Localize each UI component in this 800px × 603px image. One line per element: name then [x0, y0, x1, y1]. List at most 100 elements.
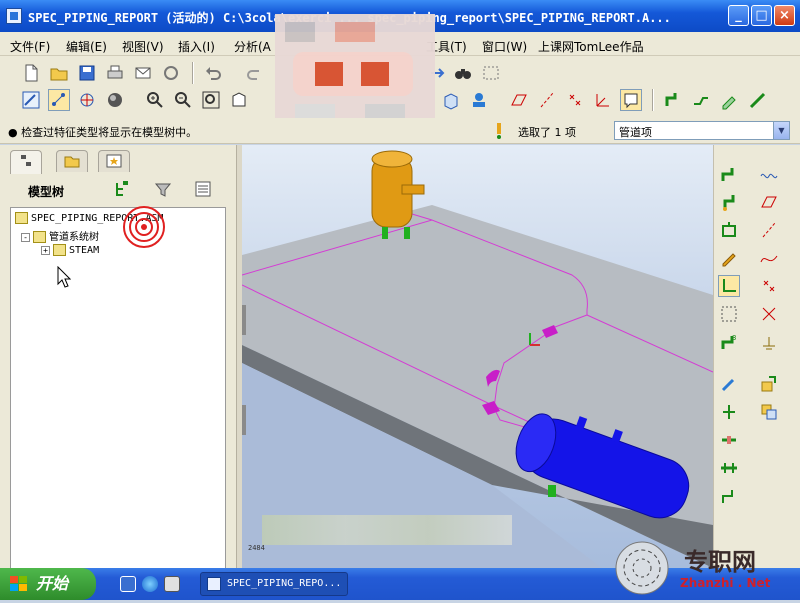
- toolbar-separator: [652, 89, 654, 111]
- insert-fitting-icon[interactable]: [758, 373, 780, 395]
- tab-model-tree[interactable]: [10, 150, 42, 174]
- edit-pipe-icon[interactable]: [718, 373, 740, 395]
- sketch-spline-icon[interactable]: [758, 163, 780, 185]
- print-icon[interactable]: [104, 62, 126, 84]
- orient-icon[interactable]: [228, 89, 250, 111]
- sash-handle[interactable]: [242, 405, 246, 435]
- browser-icon[interactable]: [142, 576, 158, 592]
- axis-icon[interactable]: [758, 219, 780, 241]
- dashed-box-icon[interactable]: [718, 303, 740, 325]
- point-icon[interactable]: [758, 275, 780, 297]
- close-button[interactable]: ×: [774, 5, 795, 26]
- svg-text:3: 3: [732, 334, 736, 342]
- route-pipe-icon[interactable]: [718, 163, 740, 185]
- tree-item-steam[interactable]: + STEAM: [41, 244, 99, 256]
- shading-icon[interactable]: [104, 89, 126, 111]
- pipeline-route-icon[interactable]: [662, 89, 684, 111]
- datum-display-icon[interactable]: [48, 89, 70, 111]
- tab-folder-browser[interactable]: [56, 150, 88, 172]
- viewport-corner-label: 2484: [248, 544, 265, 552]
- coord-system-icon[interactable]: [592, 89, 614, 111]
- start-button[interactable]: 开始: [0, 568, 96, 600]
- sash-handle[interactable]: [242, 305, 246, 335]
- fitting-icon[interactable]: [718, 219, 740, 241]
- menu-edit[interactable]: 编辑(E): [66, 38, 107, 55]
- menu-analysis[interactable]: 分析(A: [234, 38, 271, 55]
- collapse-icon[interactable]: -: [21, 232, 30, 242]
- elbow-icon[interactable]: [718, 485, 740, 507]
- datum-point-icon[interactable]: [564, 89, 586, 111]
- tree-item-label: 管道系统树: [49, 232, 99, 243]
- selection-filter-value: 管道项: [619, 126, 652, 139]
- mail-attach-icon[interactable]: [160, 62, 182, 84]
- save-icon[interactable]: [76, 62, 98, 84]
- ground-icon[interactable]: [758, 331, 780, 353]
- send-mail-icon[interactable]: [132, 62, 154, 84]
- plane-icon[interactable]: [758, 191, 780, 213]
- coordinate-icon[interactable]: [758, 303, 780, 325]
- new-icon[interactable]: [20, 62, 42, 84]
- annotation-icon[interactable]: [620, 89, 642, 111]
- open-icon[interactable]: [48, 62, 70, 84]
- group-icon[interactable]: [758, 401, 780, 423]
- app-icon: [6, 8, 22, 24]
- sketch-icon[interactable]: [20, 89, 42, 111]
- datum-plane-icon[interactable]: [508, 89, 530, 111]
- set-start-icon[interactable]: [718, 191, 740, 213]
- windows-logo-icon: [10, 576, 27, 591]
- zoom-in-icon[interactable]: [144, 89, 166, 111]
- menu-view[interactable]: 视图(V): [122, 38, 164, 55]
- tab-favorites[interactable]: [98, 150, 130, 172]
- route-extend-icon[interactable]: [690, 89, 712, 111]
- start-label: 开始: [36, 574, 69, 593]
- named-view-icon[interactable]: [468, 89, 490, 111]
- break-pipe-icon[interactable]: [718, 429, 740, 451]
- undo-icon[interactable]: [202, 62, 224, 84]
- watermark-title: 专职网: [684, 547, 756, 576]
- site-watermark: 专职网 Zhanzhi . Net: [614, 538, 800, 600]
- model-scene: 2484: [242, 150, 713, 568]
- menu-window[interactable]: 窗口(W): [482, 38, 527, 55]
- click-highlight-icon: [123, 206, 165, 248]
- tree-columns-icon[interactable]: [192, 178, 214, 200]
- selection-filter-dropdown[interactable]: 管道项 ▼: [614, 121, 790, 140]
- follow-route-icon[interactable]: [718, 275, 740, 297]
- curve-icon[interactable]: [758, 247, 780, 269]
- fitting-cross-icon[interactable]: [718, 401, 740, 423]
- route-draw-icon[interactable]: [746, 89, 768, 111]
- tree-settings-icon[interactable]: [112, 178, 134, 200]
- redo-icon[interactable]: [244, 62, 266, 84]
- zoom-out-icon[interactable]: [172, 89, 194, 111]
- pipeline-icon: [53, 244, 66, 256]
- menu-author[interactable]: 上课网TomLee作品: [538, 38, 644, 55]
- maximize-button[interactable]: □: [751, 5, 772, 26]
- expand-icon[interactable]: +: [41, 245, 50, 255]
- message-area: ● 检查过特征类型将显示在模型树中。 选取了 1 项 管道项 ▼: [0, 118, 800, 144]
- view-box-icon[interactable]: [440, 89, 462, 111]
- binoculars-icon[interactable]: [452, 62, 474, 84]
- datum-axis-icon[interactable]: [536, 89, 558, 111]
- branch-icon[interactable]: 3: [718, 331, 740, 353]
- spin-center-icon[interactable]: [76, 89, 98, 111]
- select-box-icon[interactable]: [480, 62, 502, 84]
- watermark-url: Zhanzhi . Net: [680, 576, 771, 590]
- tree-item-pipe-system[interactable]: - 管道系统树: [21, 228, 99, 243]
- chevron-down-icon[interactable]: ▼: [773, 122, 789, 139]
- right-toolbar: 3: [713, 145, 800, 568]
- minimize-button[interactable]: _: [728, 5, 749, 26]
- menu-file[interactable]: 文件(F): [10, 38, 50, 55]
- taskbar-window-item[interactable]: SPEC_PIPING_REPO...: [200, 572, 348, 596]
- show-desktop-icon[interactable]: [120, 576, 136, 592]
- status-message: ● 检查过特征类型将显示在模型树中。: [8, 126, 198, 139]
- filter-hint-icon: [488, 120, 510, 142]
- navigator-panel: 模型树 SPEC_PIPING_REPORT.ASM - 管道系统树 + STEAM: [0, 145, 236, 569]
- pipe-system-icon: [33, 231, 46, 243]
- graphics-window[interactable]: 2484: [242, 145, 713, 568]
- route-edit-icon[interactable]: [718, 89, 740, 111]
- media-icon[interactable]: [164, 576, 180, 592]
- pencil-icon[interactable]: [718, 247, 740, 269]
- menu-insert[interactable]: 插入(I): [178, 38, 215, 55]
- flange-icon[interactable]: [718, 457, 740, 479]
- refit-icon[interactable]: [200, 89, 222, 111]
- tree-filter-icon[interactable]: [152, 178, 174, 200]
